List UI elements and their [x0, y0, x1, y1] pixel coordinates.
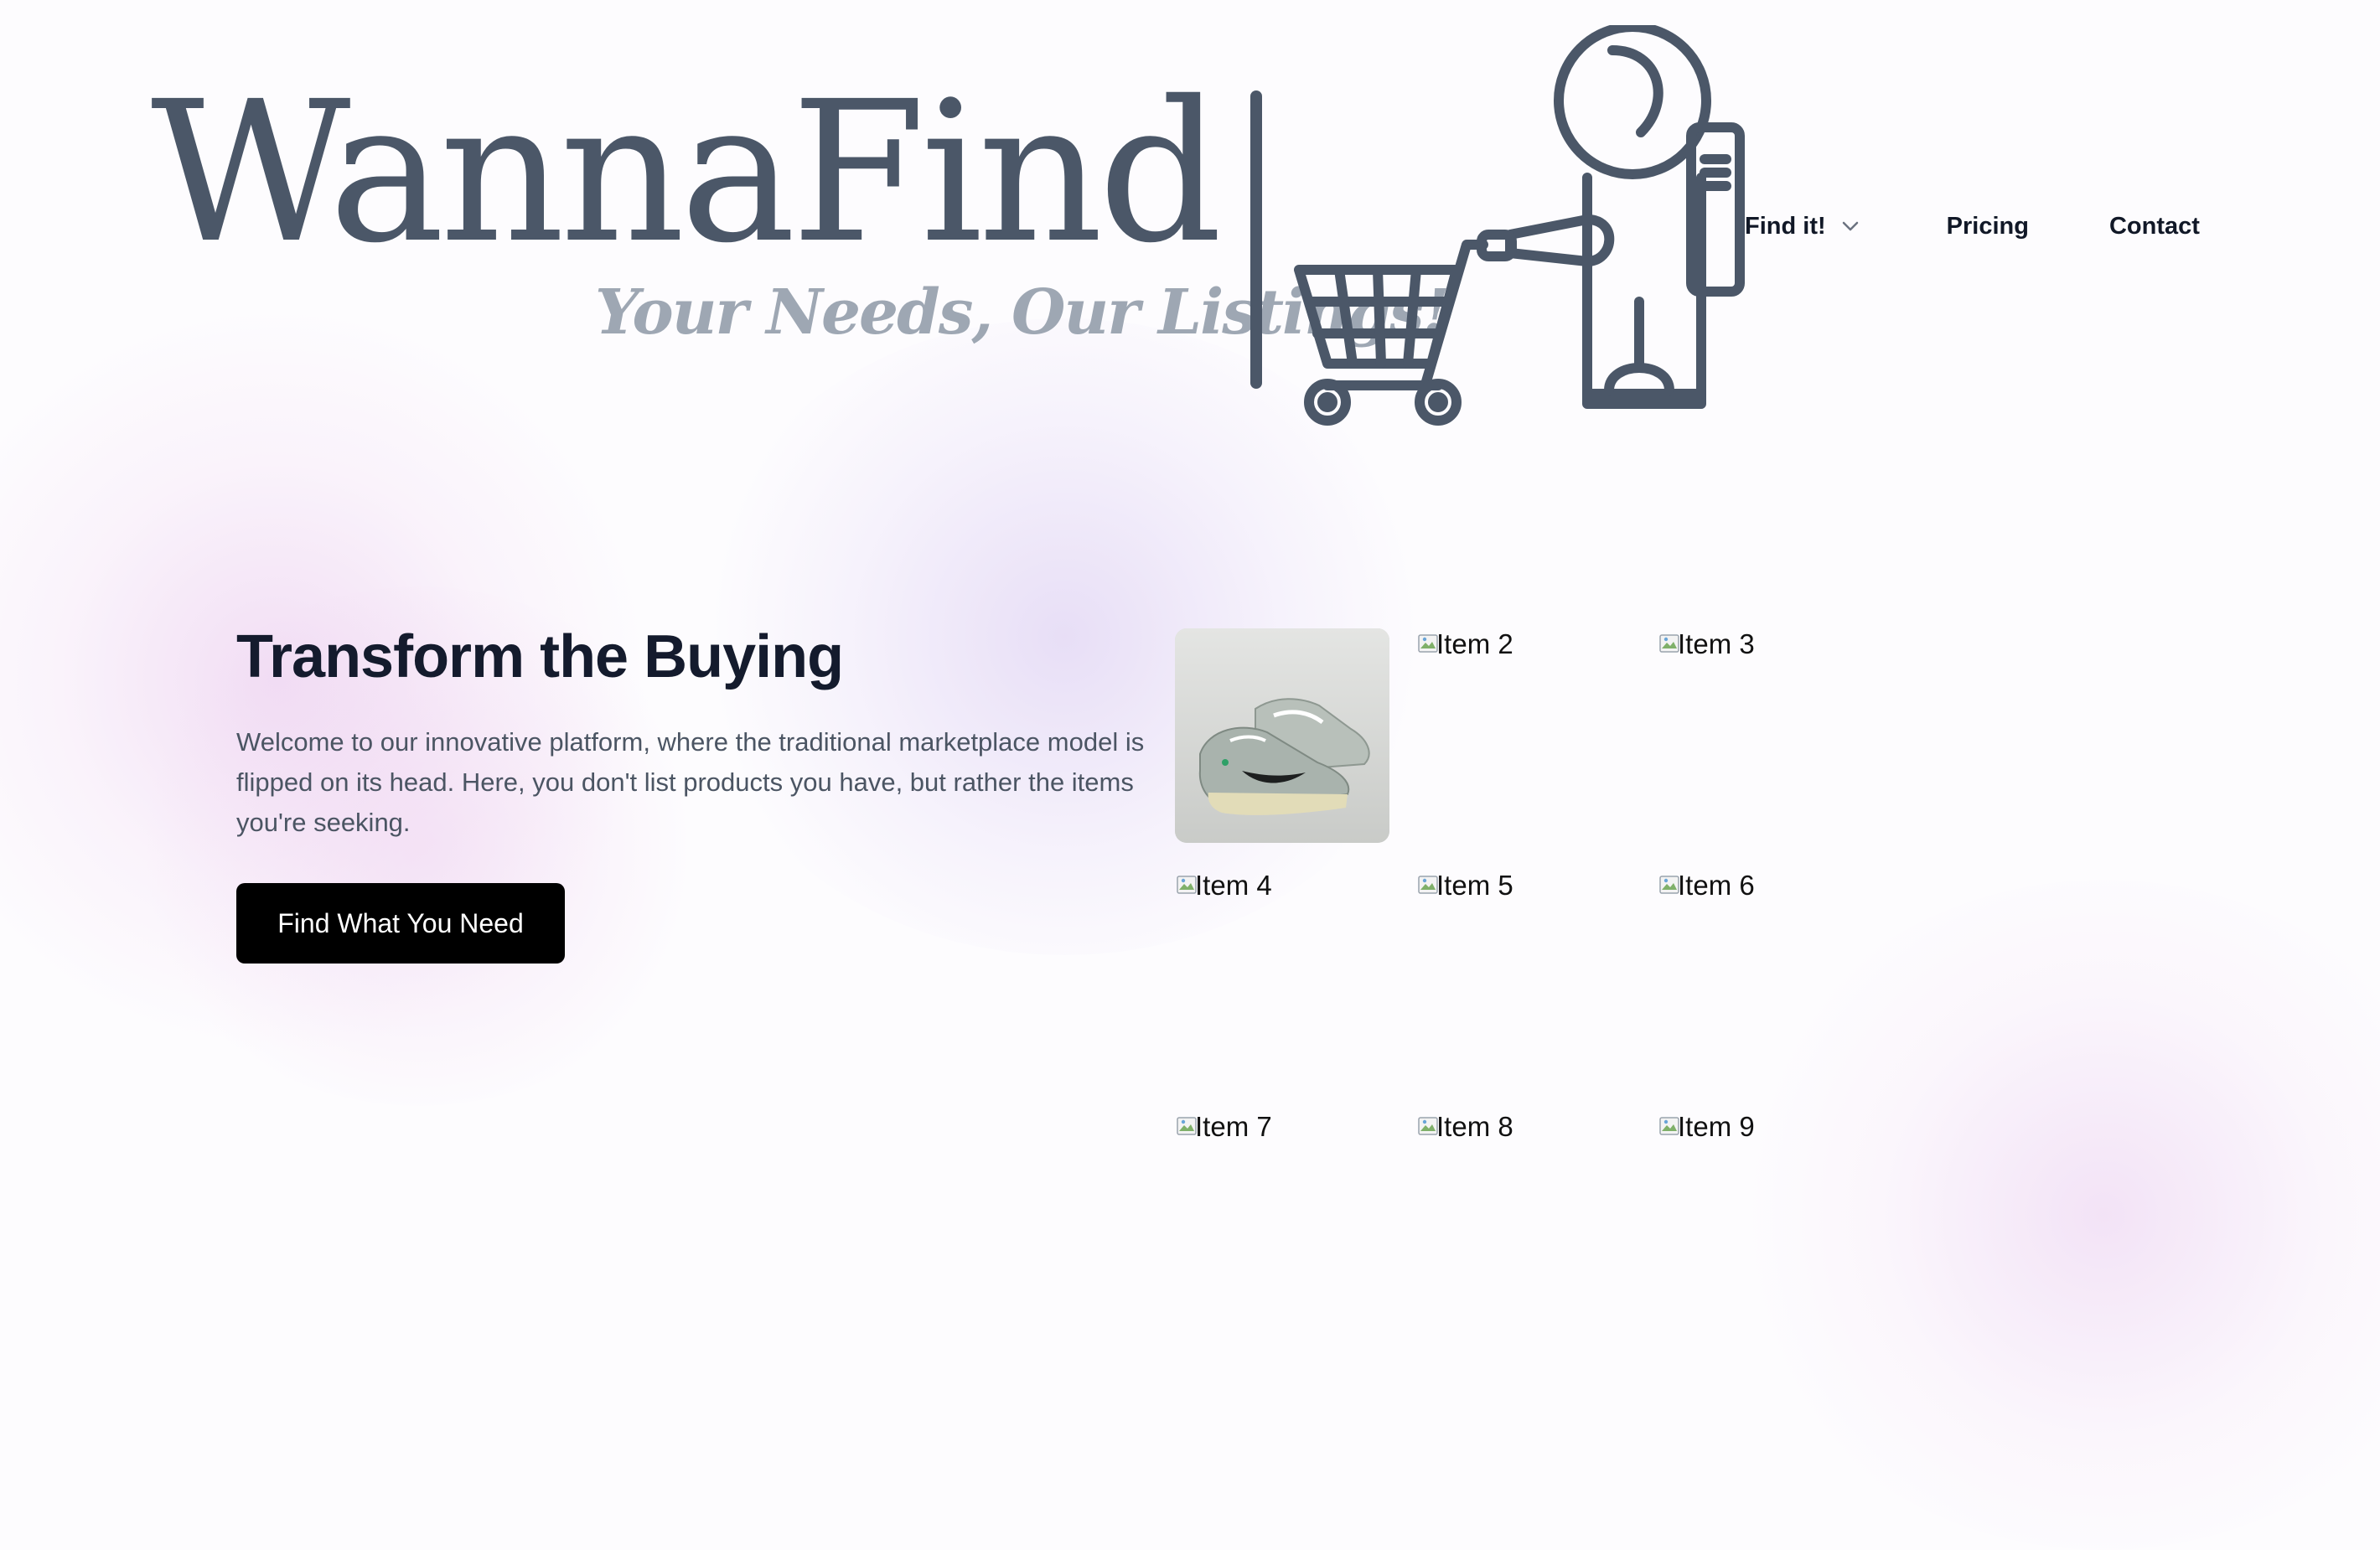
item-alt-text: Item 5: [1436, 870, 1513, 901]
broken-image: Item 2: [1416, 628, 1513, 660]
brand-logo[interactable]: WannaFind Your Needs, Our Listings!: [151, 25, 1760, 427]
item-alt-text: Item 4: [1195, 870, 1272, 901]
broken-image: Item 3: [1658, 628, 1755, 660]
logo-wordmark: WannaFind: [151, 59, 1223, 286]
item-alt-text: Item 6: [1678, 870, 1755, 901]
astronaut-shopping-cart-icon: [1294, 25, 1745, 426]
main-nav: Find it! Pricing Contact: [1745, 206, 2200, 246]
chevron-down-icon: [1842, 221, 1858, 231]
nav-pricing-link[interactable]: Pricing: [1947, 213, 2029, 240]
broken-image: Item 4: [1175, 870, 1272, 902]
item-alt-text: Item 7: [1195, 1111, 1272, 1142]
nav-find-it-label: Find it!: [1745, 212, 1826, 240]
hero-title: Transform the Buying: [236, 623, 844, 690]
grid-item-6[interactable]: Item 6: [1658, 870, 1872, 1084]
item-alt-text: Item 9: [1678, 1111, 1755, 1142]
grid-item-2[interactable]: Item 2: [1416, 628, 1631, 843]
broken-image: Item 5: [1416, 870, 1513, 902]
item-alt-text: Item 3: [1678, 628, 1755, 659]
nav-contact-link[interactable]: Contact: [2109, 213, 2200, 240]
item-alt-text: Item 8: [1436, 1111, 1513, 1142]
grid-item-3[interactable]: Item 3: [1658, 628, 1872, 843]
grid-item-1[interactable]: [1175, 628, 1389, 843]
find-what-you-need-button[interactable]: Find What You Need: [236, 883, 565, 964]
broken-image: Item 9: [1658, 1111, 1755, 1143]
hero-description: Welcome to our innovative platform, wher…: [236, 727, 1145, 837]
grid-item-5[interactable]: Item 5: [1416, 870, 1631, 1084]
nav-find-it-dropdown[interactable]: Find it!: [1745, 213, 1860, 240]
sneakers-photo: [1175, 628, 1389, 843]
item-image-grid: Item 2 Item 3 Item 4 Item 5 Item 6 Item …: [1175, 628, 1912, 1248]
grid-item-7[interactable]: Item 7: [1175, 1111, 1389, 1325]
item-alt-text: Item 2: [1436, 628, 1513, 659]
grid-item-9[interactable]: Item 9: [1658, 1111, 1872, 1325]
broken-image: Item 6: [1658, 870, 1755, 902]
logo-divider: [1250, 90, 1262, 389]
broken-image: Item 8: [1416, 1111, 1513, 1143]
site-header: WannaFind Your Needs, Our Listings! Find…: [0, 0, 2380, 436]
broken-image: Item 7: [1175, 1111, 1272, 1143]
grid-item-8[interactable]: Item 8: [1416, 1111, 1631, 1325]
grid-item-4[interactable]: Item 4: [1175, 870, 1389, 1084]
